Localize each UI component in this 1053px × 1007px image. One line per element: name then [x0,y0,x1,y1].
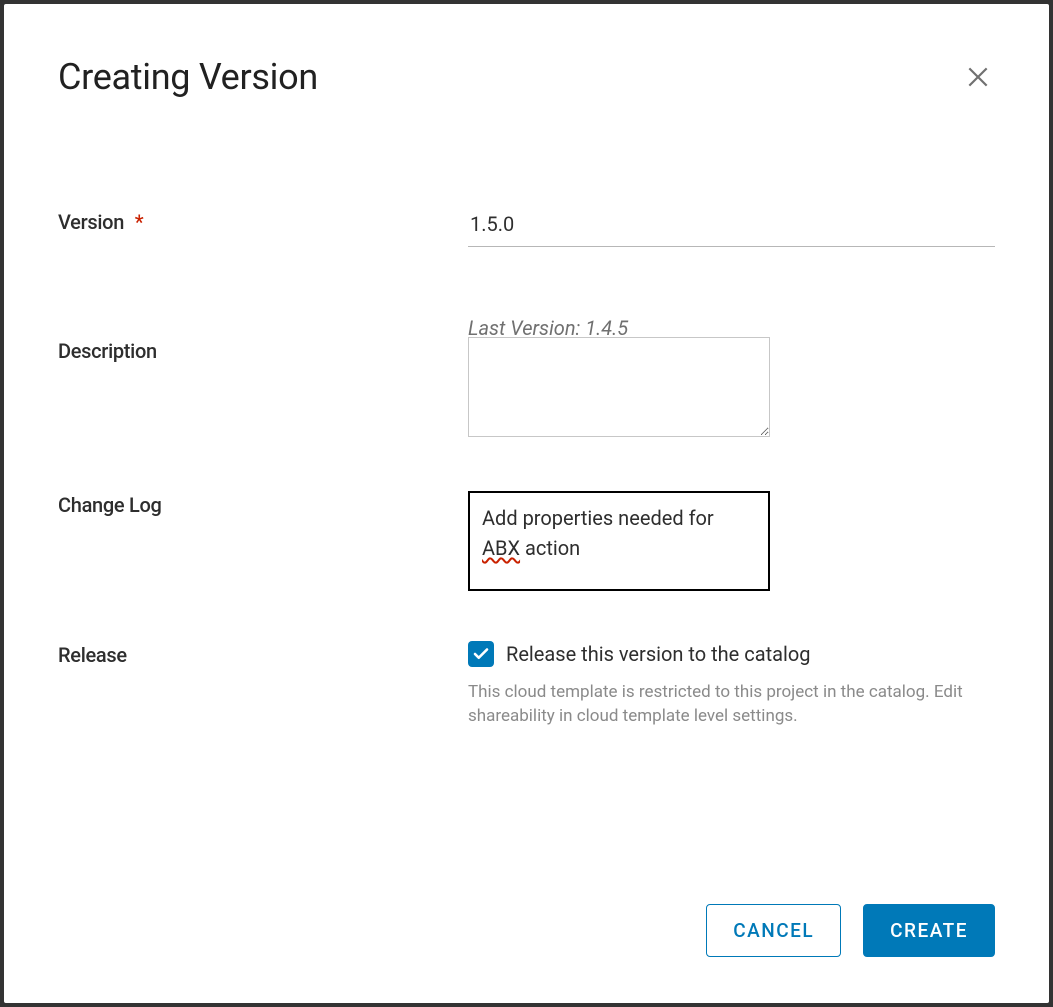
version-field-wrapper [468,208,995,247]
spellcheck-word: ABX [482,536,520,560]
required-marker: * [135,210,144,234]
release-label: Release [58,641,468,667]
release-helper-text: This cloud template is restricted to thi… [468,681,978,729]
modal-title: Creating Version [58,56,318,98]
release-field-wrapper: Release this version to the catalog This… [468,641,995,729]
description-field-wrapper [468,337,995,441]
description-row: Description [58,337,995,441]
release-checkbox[interactable] [468,641,494,667]
description-textarea[interactable] [468,337,770,437]
checkmark-icon [472,645,490,663]
modal-header: Creating Version [58,56,995,98]
create-button[interactable]: CREATE [863,904,995,957]
form-content: Version * Last Version: 1.4.5 Descriptio… [58,208,995,904]
create-version-modal: Creating Version Version * Last Version:… [4,4,1049,1003]
description-label: Description [58,337,468,363]
changelog-textarea[interactable]: Add properties needed for ABX action [468,491,770,591]
modal-footer: CANCEL CREATE [58,904,995,957]
version-row: Version * Last Version: 1.4.5 [58,208,995,247]
version-label: Version * [58,208,468,234]
close-icon [965,64,991,90]
close-button[interactable] [961,60,995,94]
changelog-field-wrapper: Add properties needed for ABX action [468,491,995,591]
last-version-label: Last Version: 1.4.5 [468,316,628,340]
version-input[interactable] [468,208,995,247]
cancel-button[interactable]: CANCEL [706,904,841,957]
changelog-label: Change Log [58,491,468,517]
checkbox-wrapper: Release this version to the catalog [468,641,995,667]
release-checkbox-label: Release this version to the catalog [506,642,811,666]
release-row: Release Release this version to the cata… [58,641,995,729]
changelog-row: Change Log Add properties needed for ABX… [58,491,995,591]
